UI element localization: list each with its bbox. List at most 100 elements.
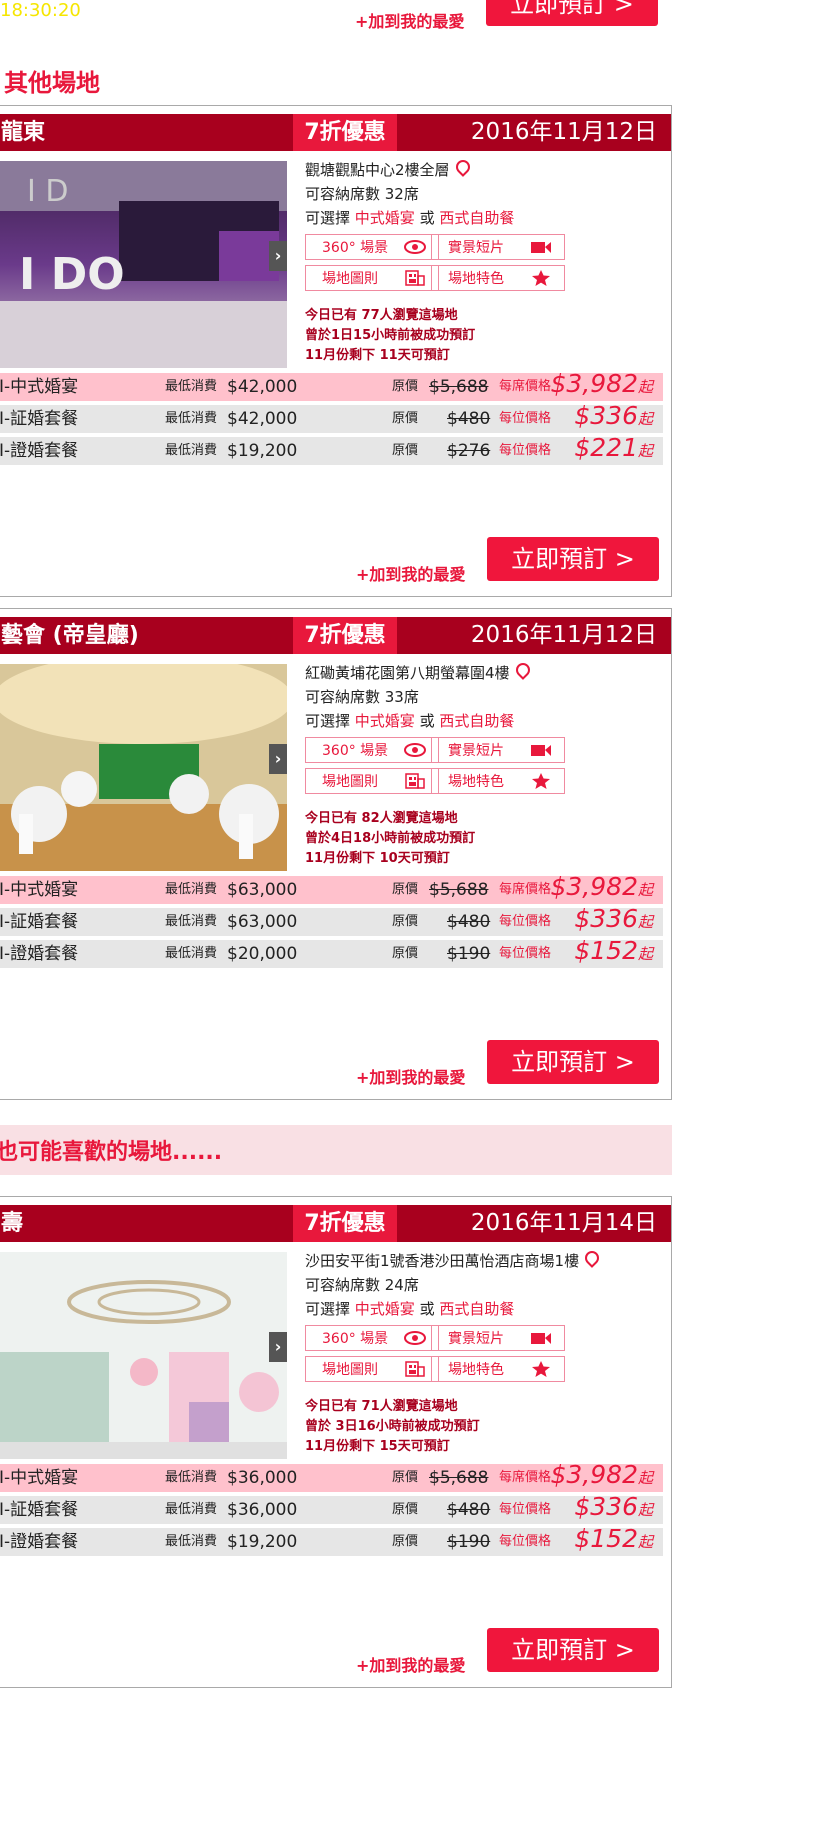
package-name[interactable]: I-中式婚宴 bbox=[0, 1464, 78, 1492]
unit-price-amount: $221 bbox=[574, 433, 638, 462]
package-name[interactable]: I-證婚套餐 bbox=[0, 437, 78, 465]
venue-photo[interactable]: I DO I D › bbox=[0, 161, 287, 368]
features-button[interactable]: 場地特色 bbox=[431, 1356, 565, 1382]
price-suffix: 起 bbox=[637, 1469, 653, 1487]
video-button[interactable]: 實景短片 bbox=[431, 234, 565, 260]
original-price-label: 原價 bbox=[392, 379, 419, 394]
package-row[interactable]: I-證婚套餐 最低消費 $19,200 原價 $276 每位價格 $221起 bbox=[0, 434, 663, 465]
add-favorite-link[interactable]: +加到我的最愛 bbox=[355, 8, 464, 32]
features-label: 場地特色 bbox=[448, 774, 504, 790]
unit-price-value: $152起 bbox=[574, 1525, 653, 1556]
map-pin-icon[interactable] bbox=[452, 157, 473, 177]
chinese-option-link[interactable]: 中式婚宴 bbox=[355, 712, 415, 730]
venue-photo[interactable]: › bbox=[0, 664, 287, 871]
section-title-recommended: 也可能喜歡的場地...... bbox=[0, 1140, 223, 1165]
book-now-button[interactable]: 立即預訂 > bbox=[486, 0, 658, 26]
map-pin-icon[interactable] bbox=[582, 1248, 602, 1268]
venue-name[interactable]: 龍東 bbox=[1, 114, 45, 151]
chinese-option-link[interactable]: 中式婚宴 bbox=[355, 1300, 415, 1318]
unit-price-label: 每席價格 bbox=[499, 882, 552, 897]
original-price-value: $5,688 bbox=[429, 1468, 489, 1488]
price-suffix: 起 bbox=[637, 410, 653, 428]
western-option-link[interactable]: 西式自助餐 bbox=[439, 209, 514, 227]
choose-label: 可選擇 bbox=[305, 209, 351, 227]
package-name[interactable]: I-証婚套餐 bbox=[0, 1496, 78, 1524]
package-name[interactable]: I-証婚套餐 bbox=[0, 405, 78, 433]
add-favorite-link[interactable]: +加到我的最愛 bbox=[356, 561, 465, 585]
min-spend-value: $36,000 bbox=[227, 1500, 298, 1520]
book-now-button[interactable]: 立即預訂 > bbox=[487, 1040, 659, 1084]
video-button[interactable]: 實景短片 bbox=[431, 737, 565, 763]
unit-price-label: 每位價格 bbox=[499, 1534, 552, 1549]
floorplan-button[interactable]: 場地圖則 bbox=[305, 768, 439, 794]
chinese-option-link[interactable]: 中式婚宴 bbox=[355, 209, 415, 227]
view-360-button[interactable]: 360° 場景 bbox=[305, 234, 439, 260]
min-spend-value: $42,000 bbox=[227, 377, 298, 397]
map-pin-icon[interactable] bbox=[512, 660, 533, 680]
next-photo-icon[interactable]: › bbox=[269, 1332, 287, 1362]
info-buttons-row: 場地圖則 場地特色 bbox=[305, 1356, 595, 1384]
package-row[interactable]: I-証婚套餐 最低消費 $36,000 原價 $480 每位價格 $336起 bbox=[0, 1493, 663, 1524]
view-360-button[interactable]: 360° 場景 bbox=[305, 737, 439, 763]
floorplan-button[interactable]: 場地圖則 bbox=[305, 265, 439, 291]
unit-price-amount: $336 bbox=[574, 401, 638, 430]
original-price-label: 原價 bbox=[392, 1534, 419, 1549]
features-button[interactable]: 場地特色 bbox=[431, 265, 565, 291]
venue-name[interactable]: 壽 bbox=[1, 1205, 23, 1242]
address-text: 沙田安平街1號香港沙田萬怡酒店商場1樓 bbox=[305, 1252, 580, 1270]
original-price-label: 原價 bbox=[392, 1502, 419, 1517]
package-name[interactable]: I-證婚套餐 bbox=[0, 940, 78, 968]
unit-price-amount: $3,982 bbox=[550, 369, 638, 398]
venue-address: 沙田安平街1號香港沙田萬怡酒店商場1樓 bbox=[305, 1248, 665, 1273]
venue-header: 藝會 (帝皇廳) 7折優惠 2016年11月12日 bbox=[0, 617, 671, 654]
book-now-button[interactable]: 立即預訂 > bbox=[487, 537, 659, 581]
package-row[interactable]: I-中式婚宴 最低消費 $42,000 原價 $5,688 每席價格 $3,98… bbox=[0, 370, 663, 401]
package-name[interactable]: I-中式婚宴 bbox=[0, 373, 78, 401]
features-label: 場地特色 bbox=[448, 1362, 504, 1378]
venue-photo[interactable]: › bbox=[0, 1252, 287, 1459]
next-photo-icon[interactable]: › bbox=[269, 744, 287, 774]
venue-info: 紅磡黃埔花園第八期螢幕圍4樓 可容納席數 33席 可選擇 中式婚宴 或 西式自助… bbox=[305, 660, 665, 733]
unit-price-label: 每席價格 bbox=[499, 1470, 552, 1485]
features-button[interactable]: 場地特色 bbox=[431, 768, 565, 794]
add-favorite-link[interactable]: +加到我的最愛 bbox=[356, 1652, 465, 1676]
media-buttons-row: 360° 場景 實景短片 bbox=[305, 737, 595, 765]
view-360-label: 360° 場景 bbox=[322, 1331, 389, 1347]
package-row[interactable]: I-中式婚宴 最低消費 $63,000 原價 $5,688 每席價格 $3,98… bbox=[0, 873, 663, 904]
add-favorite-link[interactable]: +加到我的最愛 bbox=[356, 1064, 465, 1088]
floorplan-button[interactable]: 場地圖則 bbox=[305, 1356, 439, 1382]
package-row[interactable]: I-証婚套餐 最低消費 $42,000 原價 $480 每位價格 $336起 bbox=[0, 402, 663, 433]
package-row[interactable]: I-證婚套餐 最低消費 $19,200 原價 $190 每位價格 $152起 bbox=[0, 1525, 663, 1556]
venue-name[interactable]: 藝會 (帝皇廳) bbox=[1, 617, 139, 654]
min-spend-label: 最低消費 bbox=[165, 1470, 218, 1485]
video-button[interactable]: 實景短片 bbox=[431, 1325, 565, 1351]
floorplan-icon bbox=[405, 773, 425, 789]
unit-price-value: $336起 bbox=[574, 402, 653, 433]
min-spend-value: $63,000 bbox=[227, 912, 298, 932]
package-row[interactable]: I-中式婚宴 最低消費 $36,000 原價 $5,688 每席價格 $3,98… bbox=[0, 1461, 663, 1492]
package-name[interactable]: I-中式婚宴 bbox=[0, 876, 78, 904]
venue-date: 2016年11月14日 bbox=[470, 1210, 657, 1236]
view-360-label: 360° 場景 bbox=[322, 240, 389, 256]
western-option-link[interactable]: 西式自助餐 bbox=[439, 712, 514, 730]
features-label: 場地特色 bbox=[448, 271, 504, 287]
package-name[interactable]: I-証婚套餐 bbox=[0, 908, 78, 936]
western-option-link[interactable]: 西式自助餐 bbox=[439, 1300, 514, 1318]
unit-price-amount: $152 bbox=[574, 936, 638, 965]
package-row[interactable]: I-証婚套餐 最低消費 $63,000 原價 $480 每位價格 $336起 bbox=[0, 905, 663, 936]
unit-price-label: 每席價格 bbox=[499, 379, 552, 394]
package-name[interactable]: I-證婚套餐 bbox=[0, 1528, 78, 1556]
discount-badge: 7折優惠 bbox=[293, 617, 397, 654]
venue-address: 觀塘觀點中心2樓全層 bbox=[305, 157, 665, 182]
min-spend-label: 最低消費 bbox=[165, 914, 218, 929]
view-360-button[interactable]: 360° 場景 bbox=[305, 1325, 439, 1351]
book-now-button[interactable]: 立即預訂 > bbox=[487, 1628, 659, 1672]
unit-price-amount: $336 bbox=[574, 904, 638, 933]
section-title-other-venues: 其他場地 bbox=[4, 69, 100, 97]
price-suffix: 起 bbox=[637, 442, 653, 460]
min-spend-label: 最低消費 bbox=[165, 946, 218, 961]
next-photo-icon[interactable]: › bbox=[269, 241, 287, 271]
package-row[interactable]: I-證婚套餐 最低消費 $20,000 原價 $190 每位價格 $152起 bbox=[0, 937, 663, 968]
unit-price-label: 每位價格 bbox=[499, 1502, 552, 1517]
stats-days-left: 11月份剩下 15天可預訂 bbox=[305, 1439, 450, 1454]
